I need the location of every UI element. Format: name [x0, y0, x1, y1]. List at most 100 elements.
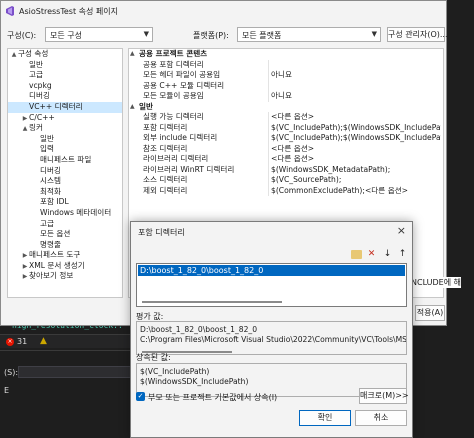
tree-item[interactable]: 디버깅 — [8, 91, 122, 102]
new-folder-icon[interactable] — [351, 250, 362, 259]
grid-value[interactable]: <다른 옵션> — [271, 112, 441, 123]
tree-item[interactable]: 매니페스트 파일 — [8, 155, 122, 166]
tree-item[interactable]: ▶ XML 문서 생성기 — [8, 261, 122, 272]
collapse-icon[interactable]: ▲ — [130, 102, 135, 113]
grid-category[interactable]: ▲ 공용 프로젝트 콘텐츠 — [129, 49, 443, 60]
delete-icon[interactable]: ✕ — [365, 248, 378, 261]
property-tree[interactable]: ▲ 구성 속성 일반 고급 vcpkg 디버깅 VC++ 디렉터리 ▶ C/C++ ▲ 링커 일반 입력… — [7, 48, 123, 298]
tree-item[interactable]: 최적화 — [8, 187, 122, 198]
tree-item[interactable]: 입력 — [8, 144, 122, 155]
grid-row[interactable]: 공용 포함 디렉터리 — [129, 59, 443, 70]
list-item[interactable]: D:\boost_1_82_0\boost_1_82_0 — [138, 265, 405, 276]
move-up-icon[interactable]: ↑ — [396, 248, 409, 261]
tree-item[interactable]: ▲ 링커 — [8, 123, 122, 134]
tree-item-label: 매니페스트 도구 — [29, 250, 81, 260]
grid-value[interactable]: 아니요 — [271, 91, 441, 102]
grid-value[interactable]: $(VC_IncludePath);$(WindowsSDK_IncludePa… — [271, 133, 441, 144]
grid-row[interactable]: 모든 헤더 파일이 공용임 아니요 — [129, 70, 443, 81]
collapse-icon[interactable]: ▲ — [130, 49, 135, 60]
grid-row[interactable]: 참조 디렉터리 <다른 옵션> — [129, 143, 443, 155]
grid-category[interactable]: ▲ 일반 — [129, 102, 443, 113]
expand-toggle-icon[interactable]: ▶ — [21, 272, 29, 283]
tree-item[interactable]: ▶ 매니페스트 도구 — [8, 250, 122, 261]
grid-value[interactable]: $(VC_IncludePath);$(WindowsSDK_IncludePa… — [271, 123, 441, 134]
tree-item[interactable]: 포함 IDL — [8, 197, 122, 208]
tree-item[interactable]: ▶ 찾아보기 정보 — [8, 271, 122, 282]
grid-row[interactable]: 라이브러리 디렉터리 <다른 옵션> — [129, 154, 443, 165]
column-divider — [268, 143, 269, 154]
ide-error-count[interactable]: × 31 — [6, 337, 27, 346]
tree-item[interactable]: 고급 — [8, 70, 122, 81]
directory-listbox[interactable]: D:\boost_1_82_0\boost_1_82_0 — [136, 263, 407, 307]
tree-item[interactable]: Windows 메타데이터 — [8, 208, 122, 219]
cancel-button[interactable]: 취소 — [355, 410, 407, 426]
grid-row[interactable]: 모든 모듈이 공용임 아니요 — [129, 91, 443, 102]
grid-value[interactable]: <다른 옵션> — [271, 144, 441, 155]
tree-item[interactable]: vcpkg — [8, 81, 122, 92]
ok-button[interactable]: 확인 — [299, 410, 351, 426]
tree-item-label: 시스템 — [40, 176, 61, 186]
tree-item-label: 모든 옵션 — [40, 229, 71, 239]
ide-bottom-panel — [0, 350, 140, 438]
grid-row[interactable]: 소스 디렉터리 $(VC_SourcePath); — [129, 175, 443, 186]
grid-row[interactable]: 포함 디렉터리 $(VC_IncludePath);$(WindowsSDK_In… — [129, 122, 443, 134]
grid-value[interactable]: $(CommonExcludePath);<다른 옵션> — [271, 186, 441, 197]
grid-key: 공용 프로젝트 콘텐츠 — [139, 49, 208, 58]
inherited-line: $(WindowsSDK_IncludePath) — [140, 377, 249, 386]
column-divider — [268, 70, 269, 81]
grid-value[interactable]: 아니요 — [271, 70, 441, 81]
tree-item-label: 최적화 — [40, 186, 61, 196]
tree-item[interactable]: 시스템 — [8, 176, 122, 187]
horizontal-scrollbar[interactable] — [142, 301, 282, 303]
ide-input-field[interactable] — [18, 366, 136, 378]
config-manager-button[interactable]: 구성 관리자(O)... — [387, 27, 448, 42]
grid-value[interactable]: $(VC_SourcePath); — [271, 175, 441, 186]
tree-item[interactable]: 고급 — [8, 219, 122, 230]
close-icon[interactable]: × — [397, 224, 406, 237]
inherit-checkbox-label: 부모 또는 프로젝트 기본값에서 상속(I) — [148, 393, 278, 402]
column-divider — [268, 185, 269, 196]
error-count-label: 31 — [17, 337, 28, 346]
window-title: AsioStressTest 속성 페이지 — [19, 7, 118, 16]
column-divider — [268, 122, 269, 133]
grid-value[interactable]: <다른 옵션> — [271, 154, 441, 165]
tree-item[interactable]: VC++ 디렉터리 — [8, 101, 122, 113]
tree-item[interactable]: 모든 옵션 — [8, 229, 122, 240]
tree-item[interactable]: 일반 — [8, 134, 122, 145]
tree-item[interactable]: 명령줄 — [8, 240, 122, 251]
tree-item[interactable]: ▶ C/C++ — [8, 113, 122, 124]
grid-key: 모든 모듈이 공용임 — [143, 91, 204, 100]
grid-row[interactable]: 외부 include 디렉터리 $(VC_IncludePath);$(Windo… — [129, 133, 443, 144]
column-divider — [268, 80, 269, 91]
tree-item[interactable]: 일반 — [8, 60, 122, 71]
chevron-down-icon: ▼ — [143, 30, 149, 38]
grid-row[interactable]: 라이브러리 WinRT 디렉터리 $(WindowsSDK_MetadataPat… — [129, 164, 443, 176]
config-value: 모든 구성 — [50, 31, 82, 40]
window-titlebar: AsioStressTest 속성 페이지 — [1, 1, 446, 21]
inherit-checkbox[interactable]: ✓ — [136, 392, 145, 401]
grid-key: 외부 include 디렉터리 — [143, 133, 218, 142]
tree-item-label: 명령줄 — [40, 239, 61, 249]
grid-row[interactable]: 제외 디렉터리 $(CommonExcludePath);<다른 옵션> — [129, 185, 443, 197]
macro-button[interactable]: 매크로(M)>> — [359, 388, 409, 404]
dialog-title: 포함 디렉터리 — [138, 228, 185, 237]
column-divider — [268, 133, 269, 144]
inherited-line: $(VC_IncludePath) — [140, 367, 210, 376]
tree-item-label: 일반 — [29, 59, 43, 69]
eval-line: C:\Program Files\Microsoft Visual Studio… — [140, 335, 407, 344]
tree-item-label: 구성 속성 — [18, 49, 49, 58]
platform-combo[interactable]: 모든 플랫폼 ▼ — [237, 27, 381, 42]
config-combo[interactable]: 모든 구성 ▼ — [45, 27, 153, 42]
warning-icon[interactable]: ▲ — [40, 336, 47, 346]
tree-item[interactable]: 디버깅 — [8, 166, 122, 177]
move-down-icon[interactable]: ↓ — [381, 248, 394, 261]
column-divider — [268, 164, 269, 175]
tree-item-label: 고급 — [40, 218, 54, 228]
grid-value[interactable]: $(WindowsSDK_MetadataPath); — [271, 165, 441, 176]
grid-row[interactable]: 실행 가능 디렉터리 <다른 옵션> — [129, 112, 443, 123]
apply-button[interactable]: 적용(A) — [415, 305, 445, 321]
tree-item-label: VC++ 디렉터리 — [29, 101, 83, 111]
grid-row[interactable]: 공용 C++ 모듈 디렉터리 — [129, 80, 443, 91]
tree-item[interactable]: ▲ 구성 속성 — [8, 49, 122, 60]
grid-key: 제외 디렉터리 — [143, 185, 188, 195]
